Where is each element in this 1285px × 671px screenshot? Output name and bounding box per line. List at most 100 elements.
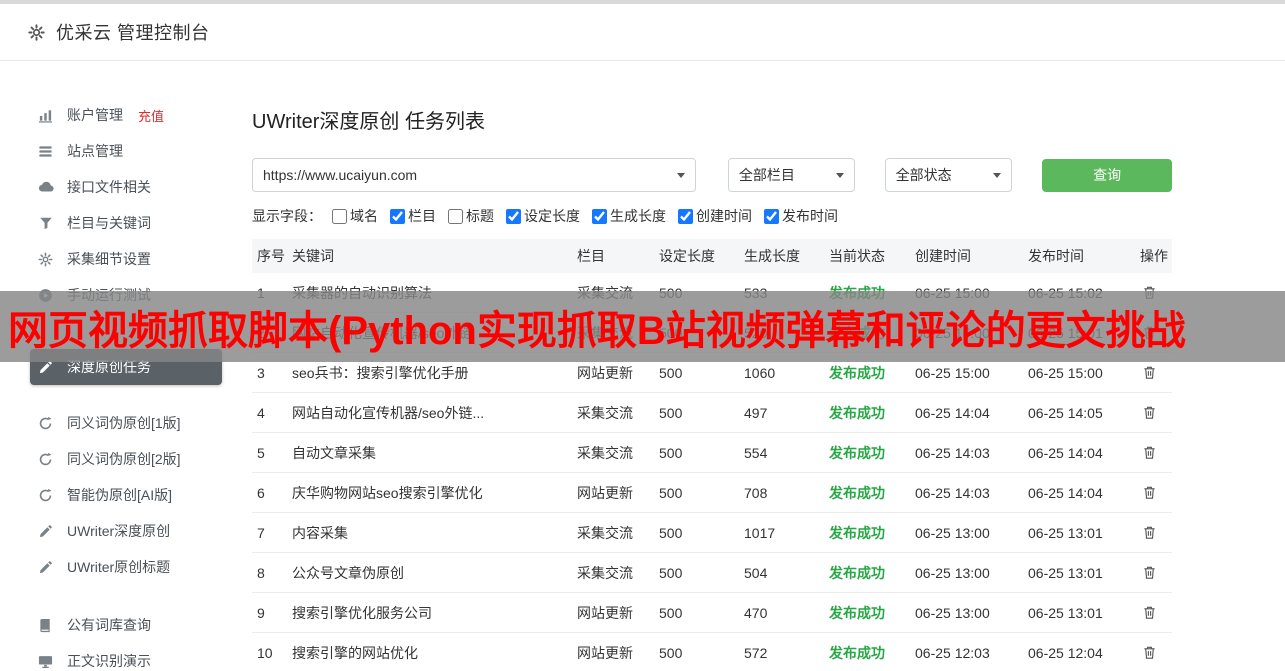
- delete-task-button[interactable]: [1140, 523, 1159, 542]
- col-header-keyword: 关键词: [290, 239, 575, 273]
- col-header-column: 栏目: [575, 239, 657, 273]
- status-select[interactable]: 全部状态: [885, 158, 1013, 192]
- cell-set-length: 500: [657, 473, 742, 513]
- sidebar-item-interface-files[interactable]: 接口文件相关: [30, 169, 222, 205]
- cell-published: 06-25 14:04: [1026, 433, 1138, 473]
- cell-no: 6: [252, 473, 290, 513]
- status-badge: 发布成功: [827, 633, 913, 671]
- field-checkbox-column[interactable]: [390, 209, 405, 224]
- app-root: 优采云 管理控制台 账户管理 充值 站点管理 接口文件相关 栏目与关键词 采集细…: [0, 0, 1285, 671]
- sidebar-item-sites[interactable]: 站点管理: [30, 133, 222, 169]
- cell-created: 06-25 14:04: [913, 393, 1026, 433]
- cell-set-length: 500: [657, 433, 742, 473]
- cell-keyword: 搜索引擎优化服务公司: [290, 593, 575, 633]
- table-row: 7 内容采集 采集交流 500 1017 发布成功 06-25 13:00 06…: [252, 513, 1172, 553]
- field-option-domain[interactable]: 域名: [332, 206, 378, 226]
- delete-task-button[interactable]: [1140, 483, 1159, 502]
- cell-actions: [1138, 553, 1172, 593]
- gear-icon: [28, 24, 45, 41]
- cell-column: 网站更新: [575, 633, 657, 671]
- delete-task-button[interactable]: [1140, 363, 1159, 382]
- delete-task-button[interactable]: [1140, 403, 1159, 422]
- delete-task-button[interactable]: [1140, 443, 1159, 462]
- cell-column: 采集交流: [575, 513, 657, 553]
- delete-task-button[interactable]: [1140, 603, 1159, 622]
- site-select[interactable]: https://www.ucaiyun.com: [252, 158, 696, 192]
- cell-actions: [1138, 513, 1172, 553]
- gear-icon: [37, 252, 54, 267]
- field-checkbox-gen-length[interactable]: [592, 209, 607, 224]
- sidebar-item-label: 正文识别演示: [67, 651, 151, 671]
- sidebar-item-public-lexicon[interactable]: 公有词库查询: [30, 607, 222, 643]
- field-label: 创建时间: [696, 206, 752, 226]
- cell-set-length: 500: [657, 553, 742, 593]
- sidebar-item-content-recognition[interactable]: 正文识别演示: [30, 643, 222, 671]
- field-checkbox-title[interactable]: [448, 209, 463, 224]
- field-option-publish-time[interactable]: 发布时间: [764, 206, 838, 226]
- cell-keyword: 庆华购物网站seo搜索引擎优化: [290, 473, 575, 513]
- query-button[interactable]: 查询: [1042, 159, 1172, 192]
- cell-no: 4: [252, 393, 290, 433]
- cell-gen-length: 1017: [742, 513, 827, 553]
- sidebar-item-uwriter-title[interactable]: UWriter原创标题: [30, 549, 222, 585]
- table-header-row: 序号 关键词 栏目 设定长度 生成长度 当前状态 创建时间 发布时间 操作: [252, 239, 1172, 273]
- field-option-create-time[interactable]: 创建时间: [678, 206, 752, 226]
- status-badge: 发布成功: [827, 393, 913, 433]
- cell-actions: [1138, 433, 1172, 473]
- sidebar-item-synonym-2[interactable]: 同义词伪原创[2版]: [30, 441, 222, 477]
- cell-gen-length: 708: [742, 473, 827, 513]
- field-option-title[interactable]: 标题: [448, 206, 494, 226]
- sidebar-item-collection-settings[interactable]: 采集细节设置: [30, 241, 222, 277]
- field-option-column[interactable]: 栏目: [390, 206, 436, 226]
- status-badge: 发布成功: [827, 433, 913, 473]
- site-select-wrapper: https://www.ucaiyun.com: [252, 158, 696, 192]
- cell-created: 06-25 12:03: [913, 633, 1026, 671]
- column-select-wrapper: 全部栏目: [728, 158, 855, 192]
- col-header-published: 发布时间: [1026, 239, 1138, 273]
- delete-task-button[interactable]: [1140, 563, 1159, 582]
- cell-published: 06-25 13:01: [1026, 593, 1138, 633]
- sidebar-item-account[interactable]: 账户管理 充值: [30, 97, 222, 133]
- field-option-set-length[interactable]: 设定长度: [506, 206, 580, 226]
- cell-column: 网站更新: [575, 593, 657, 633]
- sidebar: 账户管理 充值 站点管理 接口文件相关 栏目与关键词 采集细节设置 手动运行测试…: [30, 97, 222, 671]
- sidebar-item-label: 智能伪原创[AI版]: [67, 485, 172, 505]
- cell-gen-length: 554: [742, 433, 827, 473]
- column-select[interactable]: 全部栏目: [728, 158, 855, 192]
- sidebar-item-label: UWriter原创标题: [67, 557, 170, 577]
- app-header: 优采云 管理控制台: [0, 4, 1285, 61]
- field-checkbox-publish-time[interactable]: [764, 209, 779, 224]
- filter-bar: https://www.ucaiyun.com 全部栏目 全部状态 查询: [252, 158, 1172, 192]
- delete-task-button[interactable]: [1140, 643, 1159, 662]
- field-checkbox-create-time[interactable]: [678, 209, 693, 224]
- cell-published: 06-25 13:01: [1026, 513, 1138, 553]
- sidebar-item-synonym-1[interactable]: 同义词伪原创[1版]: [30, 405, 222, 441]
- display-fields-label: 显示字段：: [252, 206, 322, 226]
- cell-no: 8: [252, 553, 290, 593]
- trash-icon: [1142, 645, 1157, 660]
- field-label: 标题: [466, 206, 494, 226]
- cell-created: 06-25 14:03: [913, 433, 1026, 473]
- cell-set-length: 500: [657, 513, 742, 553]
- trash-icon: [1142, 445, 1157, 460]
- cell-keyword: 自动文章采集: [290, 433, 575, 473]
- cell-keyword: 网站自动化宣传机器/seo外链...: [290, 393, 575, 433]
- cell-column: 采集交流: [575, 393, 657, 433]
- field-checkbox-set-length[interactable]: [506, 209, 521, 224]
- cell-gen-length: 497: [742, 393, 827, 433]
- recharge-link[interactable]: 充值: [138, 106, 164, 125]
- field-checkbox-domain[interactable]: [332, 209, 347, 224]
- cell-gen-length: 572: [742, 633, 827, 671]
- sidebar-item-columns-keywords[interactable]: 栏目与关键词: [30, 205, 222, 241]
- sidebar-item-ai-rewrite[interactable]: 智能伪原创[AI版]: [30, 477, 222, 513]
- bar-chart-icon: [37, 108, 54, 123]
- col-header-created: 创建时间: [913, 239, 1026, 273]
- book-icon: [37, 618, 54, 633]
- sidebar-item-uwriter-deep[interactable]: UWriter深度原创: [30, 513, 222, 549]
- col-header-no: 序号: [252, 239, 290, 273]
- status-badge: 发布成功: [827, 473, 913, 513]
- table-row: 10 搜索引擎的网站优化 网站更新 500 572 发布成功 06-25 12:…: [252, 633, 1172, 671]
- edit-icon: [37, 524, 54, 539]
- field-option-gen-length[interactable]: 生成长度: [592, 206, 666, 226]
- cell-actions: [1138, 593, 1172, 633]
